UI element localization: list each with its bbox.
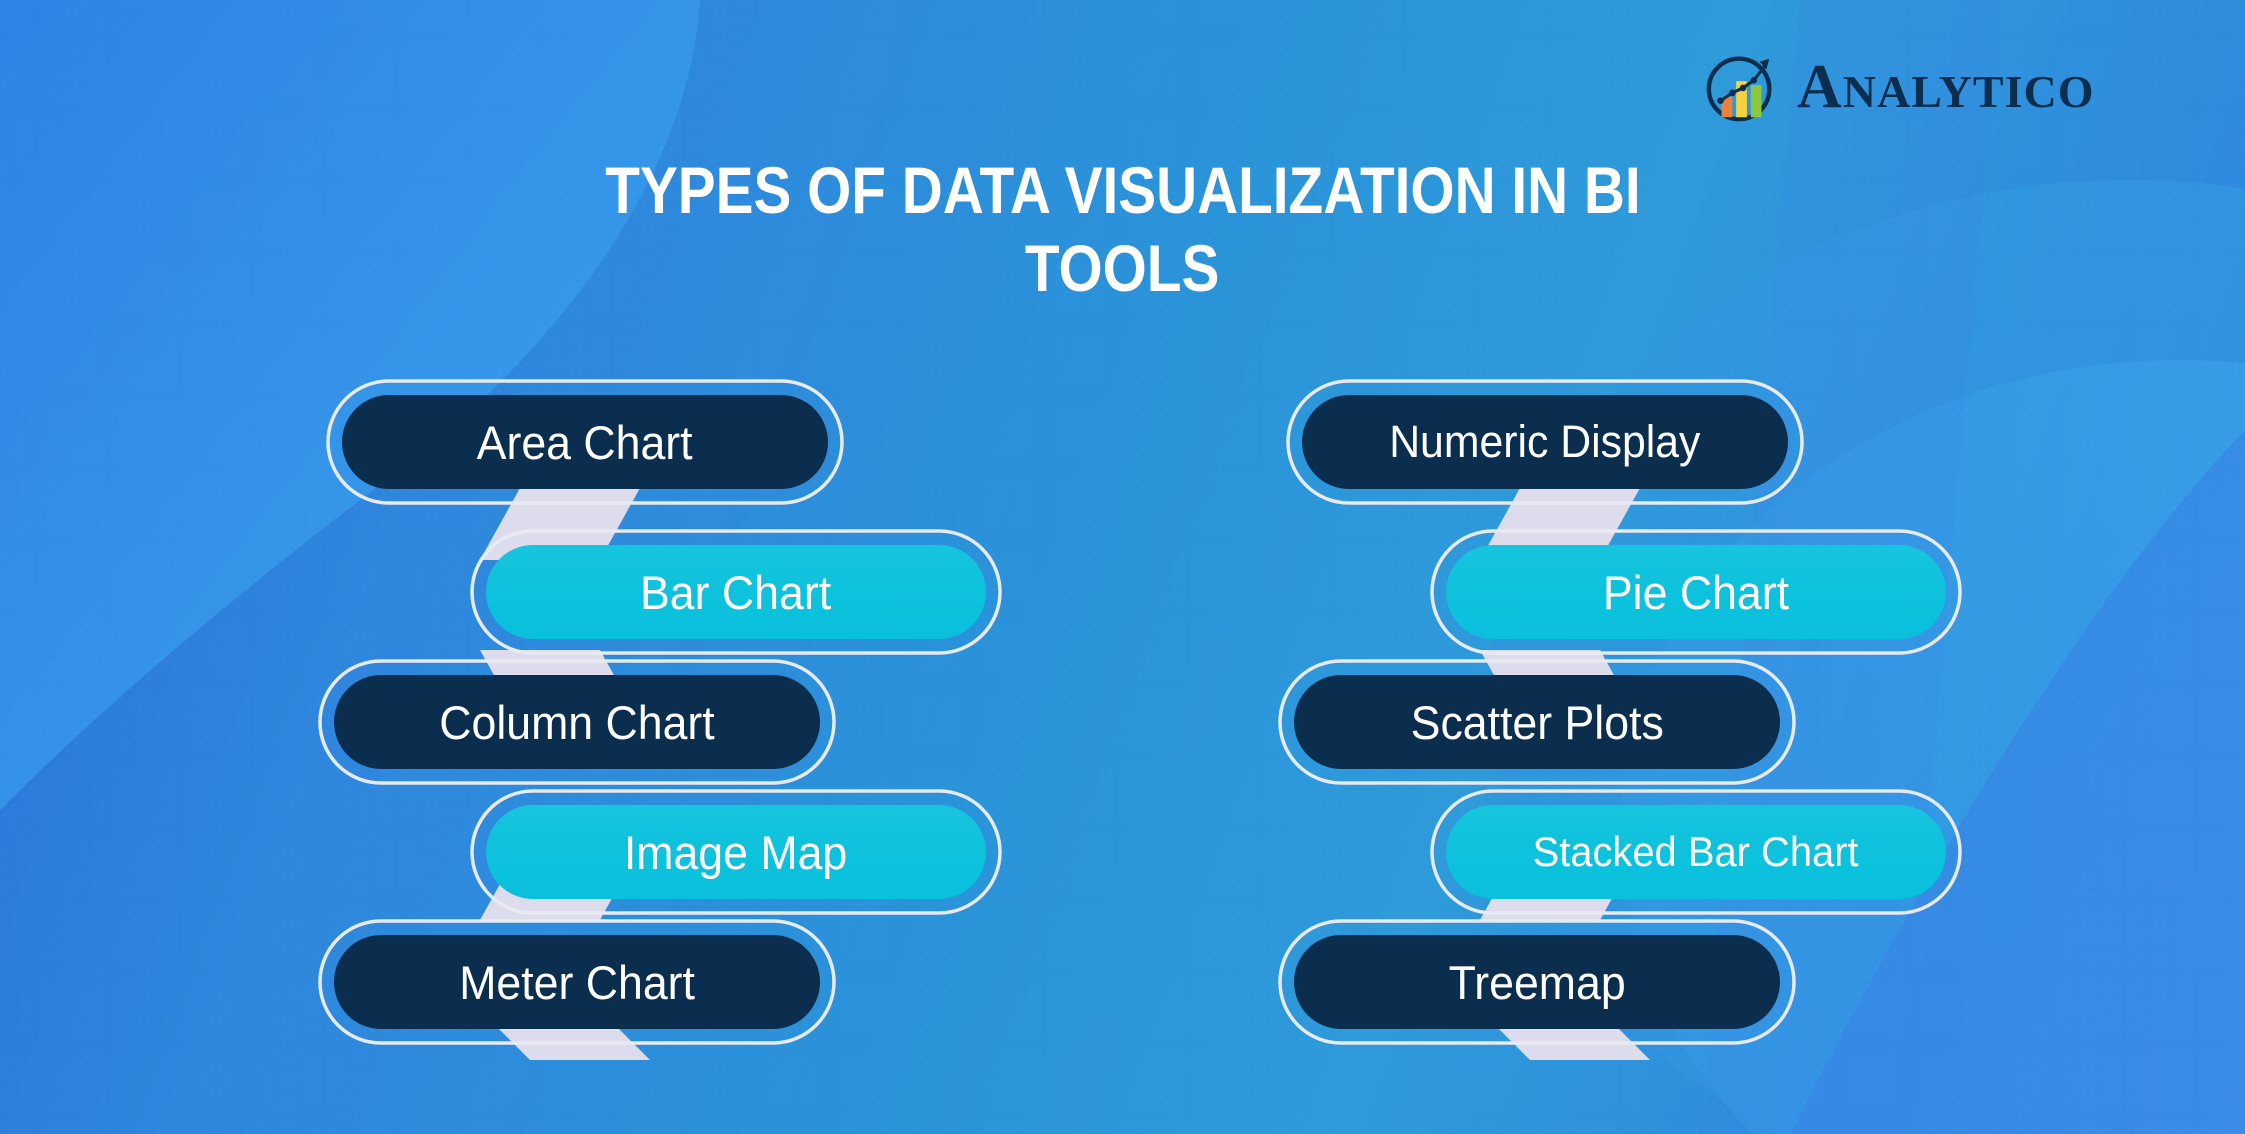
pill-label: Numeric Display	[1389, 416, 1701, 467]
page-title: TYPES OF DATA VISUALIZATION IN BI TOOLS	[473, 152, 1773, 308]
brand-wordmark: ANALYTICO	[1797, 56, 2094, 118]
pill-label: Area Chart	[477, 415, 693, 469]
pill-label: Treemap	[1448, 955, 1626, 1009]
list-item-stacked-bar-chart[interactable]: Stacked Bar Chart	[1446, 805, 1946, 899]
pill-label: Column Chart	[439, 695, 715, 749]
brand-logo: ANALYTICO	[1703, 48, 2094, 126]
list-item-meter-chart[interactable]: Meter Chart	[334, 935, 820, 1029]
list-item-bar-chart[interactable]: Bar Chart	[486, 545, 986, 639]
list-item-treemap[interactable]: Treemap	[1294, 935, 1780, 1029]
list-item-numeric-display[interactable]: Numeric Display	[1302, 395, 1788, 489]
pill-label: Pie Chart	[1602, 565, 1790, 619]
pill-label: Bar Chart	[640, 565, 832, 619]
circle-bar-chart-arrow-icon	[1706, 56, 1772, 122]
infographic-canvas: ANALYTICO TYPES OF DATA VISUALIZATION IN…	[0, 0, 2245, 1134]
list-item-pie-chart[interactable]: Pie Chart	[1446, 545, 1946, 639]
brand-initial: A	[1797, 53, 1843, 121]
pill-label: Stacked Bar Chart	[1532, 828, 1859, 875]
pill-label: Scatter Plots	[1410, 695, 1664, 749]
title-line-1: TYPES OF DATA VISUALIZATION IN BI	[604, 153, 1641, 227]
list-item-column-chart[interactable]: Column Chart	[334, 675, 820, 769]
list-item-area-chart[interactable]: Area Chart	[342, 395, 828, 489]
pill-label: Image Map	[624, 825, 848, 879]
pill-label: Meter Chart	[459, 955, 695, 1009]
title-line-2: TOOLS	[1025, 230, 1220, 305]
brand-name-rest: NALYTICO	[1842, 66, 2095, 117]
list-item-scatter-plots[interactable]: Scatter Plots	[1294, 675, 1780, 769]
list-item-image-map[interactable]: Image Map	[486, 805, 986, 899]
